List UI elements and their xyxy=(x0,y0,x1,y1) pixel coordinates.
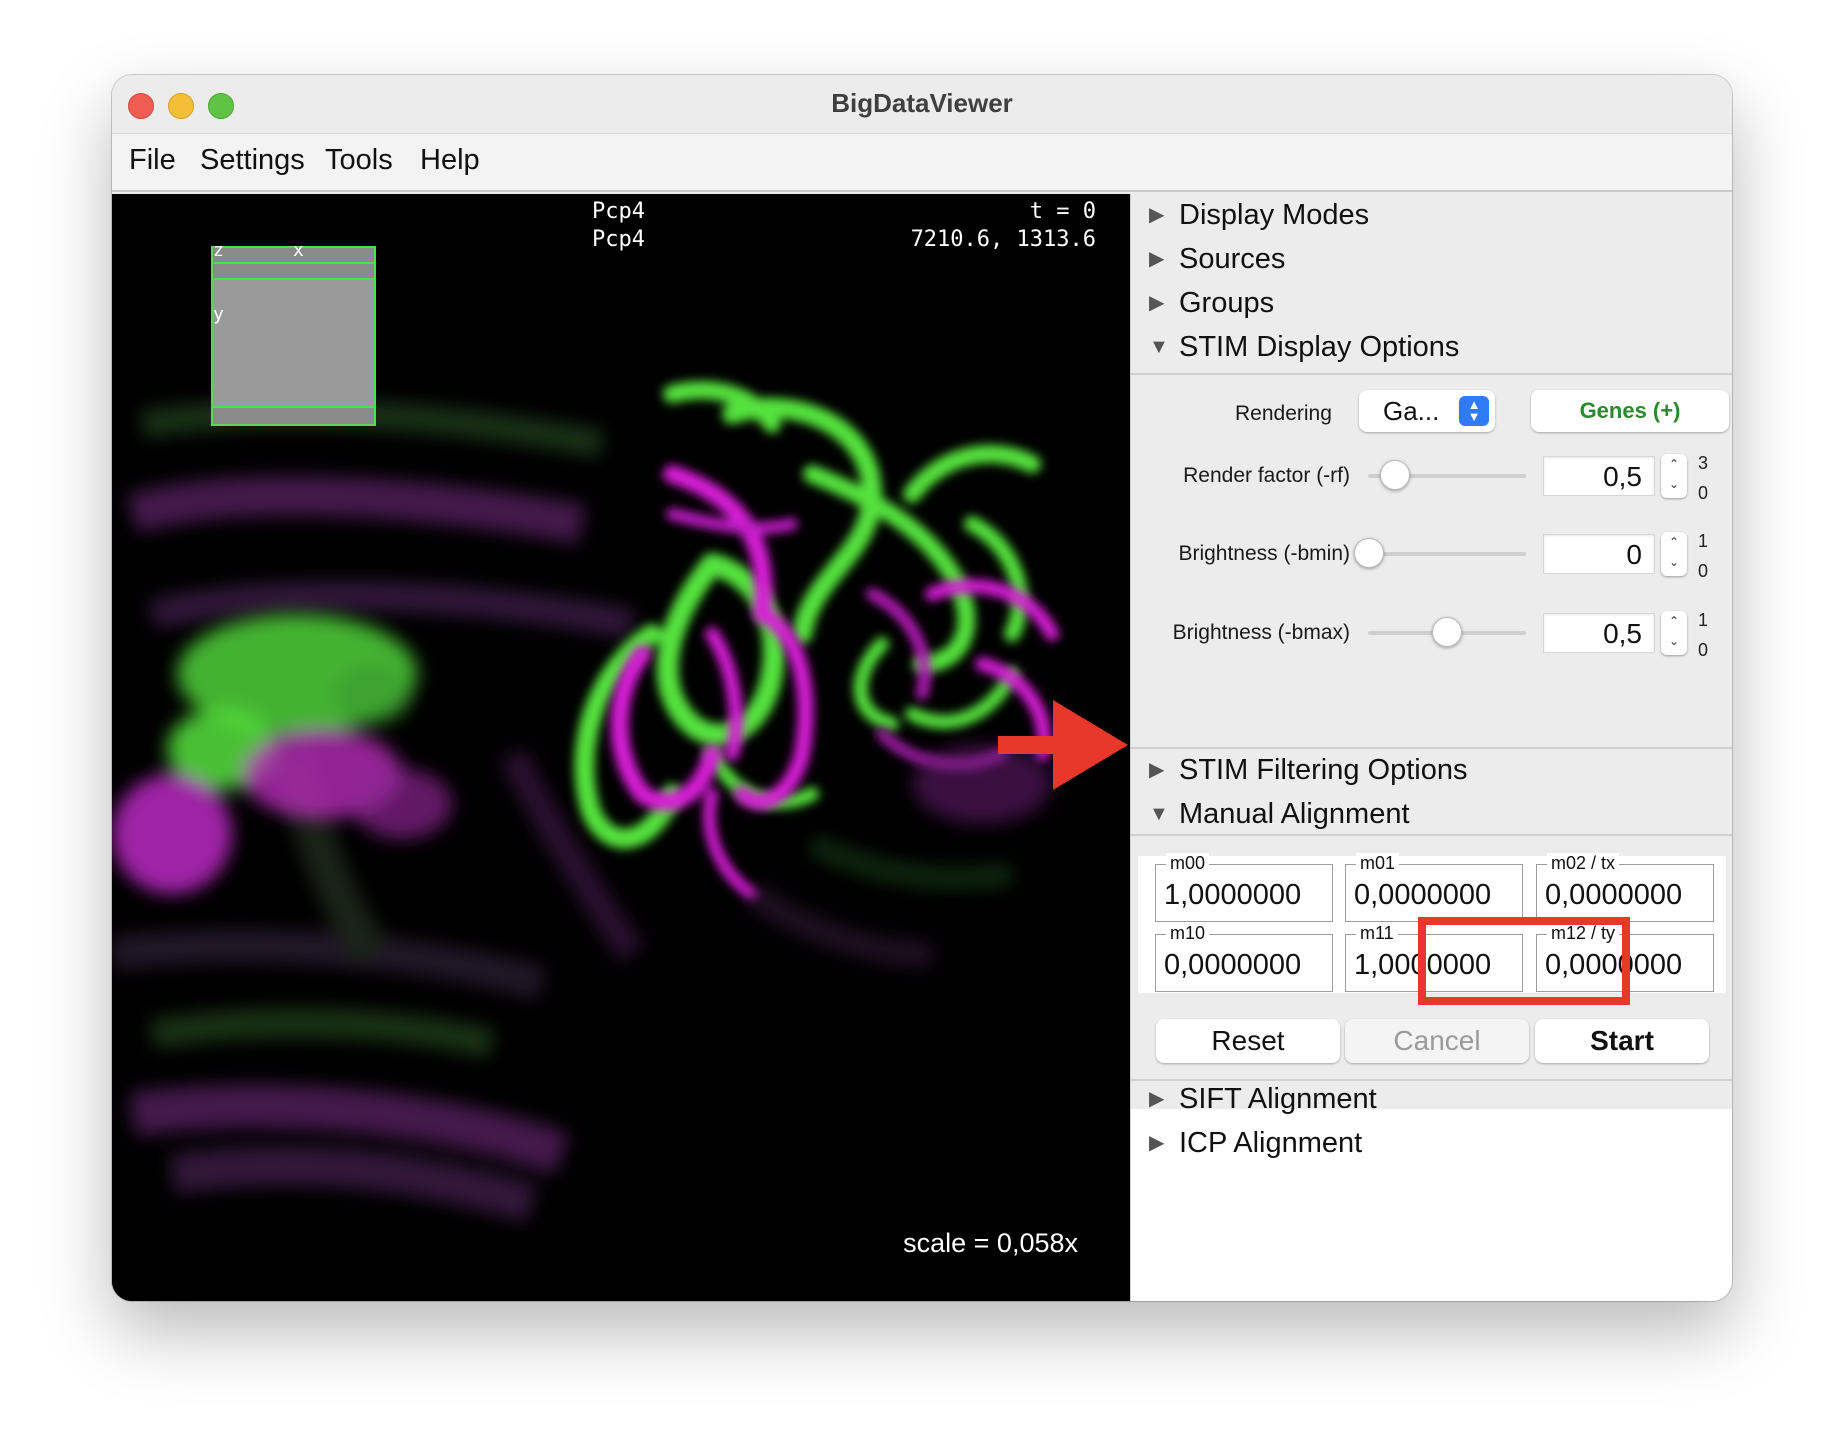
section-display-modes[interactable]: ▶ Display Modes xyxy=(1149,199,1369,232)
m00-field[interactable]: m00 1,0000000 xyxy=(1155,853,1333,922)
collapsed-triangle-icon: ▶ xyxy=(1149,204,1165,226)
image-viewer-canvas[interactable]: z x y Pcp4 Pcp4 t = 0 7210.6, 1313.6 sca… xyxy=(112,194,1130,1301)
brightness-max-label: Brightness (-bmax) xyxy=(1172,621,1350,644)
brightness-min-field[interactable]: 0 xyxy=(1543,534,1655,574)
collapsed-triangle-icon: ▶ xyxy=(1149,248,1165,270)
brightness-max-stepper[interactable]: ⌃ ⌄ xyxy=(1661,611,1687,655)
title-bar[interactable]: BigDataViewer xyxy=(112,75,1732,133)
collapsed-triangle-icon: ▶ xyxy=(1149,292,1165,314)
rendering-dropdown[interactable]: Ga... ▲ ▼ xyxy=(1359,390,1495,432)
expanded-triangle-icon: ▼ xyxy=(1149,336,1169,358)
brightness-max-field[interactable]: 0,5 xyxy=(1543,613,1655,653)
section-sift-alignment[interactable]: ▶ SIFT Alignment xyxy=(1149,1083,1377,1116)
render-factor-min: 0 xyxy=(1698,483,1709,503)
brightness-min-slider[interactable] xyxy=(1354,538,1526,568)
menu-settings[interactable]: Settings xyxy=(200,144,305,177)
render-factor-stepper[interactable]: ⌃ ⌄ xyxy=(1661,454,1687,498)
axis-z-label: z xyxy=(213,240,224,261)
m01-field[interactable]: m01 0,0000000 xyxy=(1345,853,1523,922)
reset-button[interactable]: Reset xyxy=(1156,1019,1340,1063)
side-panel: ▶ Display Modes ▶ Sources ▶ Groups ▼ STIM Di… xyxy=(1130,194,1732,1301)
start-button[interactable]: Start xyxy=(1535,1019,1709,1063)
source-name-2: Pcp4 xyxy=(592,227,645,252)
scale-readout: scale = 0,058x xyxy=(903,1228,1078,1258)
timepoint-readout: t = 0 xyxy=(1029,199,1096,224)
m02-tx-field[interactable]: m02 / tx 0,0000000 xyxy=(1536,853,1714,922)
m10-field[interactable]: m10 0,0000000 xyxy=(1155,923,1333,992)
menu-help[interactable]: Help xyxy=(420,144,480,177)
rendering-label: Rendering xyxy=(1235,402,1332,425)
section-groups[interactable]: ▶ Groups xyxy=(1149,287,1274,320)
brightness-min-label: Brightness (-bmin) xyxy=(1178,542,1350,565)
window-title: BigDataViewer xyxy=(831,88,1013,118)
brightness-max-max: 1 xyxy=(1698,610,1709,630)
brightness-min-max: 1 xyxy=(1698,531,1709,551)
genes-add-button[interactable]: Genes (+) xyxy=(1531,390,1729,432)
collapsed-triangle-icon: ▶ xyxy=(1149,1088,1165,1110)
slider-knob[interactable] xyxy=(1354,538,1384,568)
section-sources[interactable]: ▶ Sources xyxy=(1149,243,1285,276)
collapsed-triangle-icon: ▶ xyxy=(1149,759,1165,781)
coordinate-readout: 7210.6, 1313.6 xyxy=(910,227,1096,252)
brightness-max-min: 0 xyxy=(1698,640,1709,660)
chevron-updown-icon: ▲ ▼ xyxy=(1459,396,1489,426)
render-factor-max: 3 xyxy=(1698,453,1709,473)
collapsed-triangle-icon: ▶ xyxy=(1149,1132,1165,1154)
expanded-triangle-icon: ▼ xyxy=(1149,803,1169,825)
section-icp-alignment[interactable]: ▶ ICP Alignment xyxy=(1149,1127,1362,1160)
start-button-highlight xyxy=(1418,917,1630,1005)
render-factor-label: Render factor (-rf) xyxy=(1183,464,1350,487)
cancel-button[interactable]: Cancel xyxy=(1345,1019,1529,1063)
menu-file[interactable]: File xyxy=(129,144,176,177)
brightness-min-stepper[interactable]: ⌃ ⌄ xyxy=(1661,532,1687,576)
section-stim-display-options[interactable]: ▼ STIM Display Options xyxy=(1149,331,1459,364)
slider-knob[interactable] xyxy=(1432,617,1462,647)
menu-tools[interactable]: Tools xyxy=(325,144,393,177)
brightness-min-min: 0 xyxy=(1698,561,1709,581)
brightness-max-slider[interactable] xyxy=(1368,617,1526,647)
axis-x-label: x xyxy=(293,240,304,261)
red-arrow-icon xyxy=(998,700,1128,790)
section-manual-alignment[interactable]: ▼ Manual Alignment xyxy=(1149,798,1410,831)
render-factor-slider[interactable] xyxy=(1368,460,1526,490)
bigdataviewer-window: BigDataViewer File Settings Tools Help z… xyxy=(112,75,1732,1301)
axis-y-label: y xyxy=(213,304,224,325)
source-name-1: Pcp4 xyxy=(592,199,645,224)
slider-knob[interactable] xyxy=(1380,460,1410,490)
navigation-box-overlay: z x y xyxy=(211,240,376,426)
section-stim-filtering-options[interactable]: ▶ STIM Filtering Options xyxy=(1149,754,1467,787)
render-factor-field[interactable]: 0,5 xyxy=(1543,456,1655,496)
